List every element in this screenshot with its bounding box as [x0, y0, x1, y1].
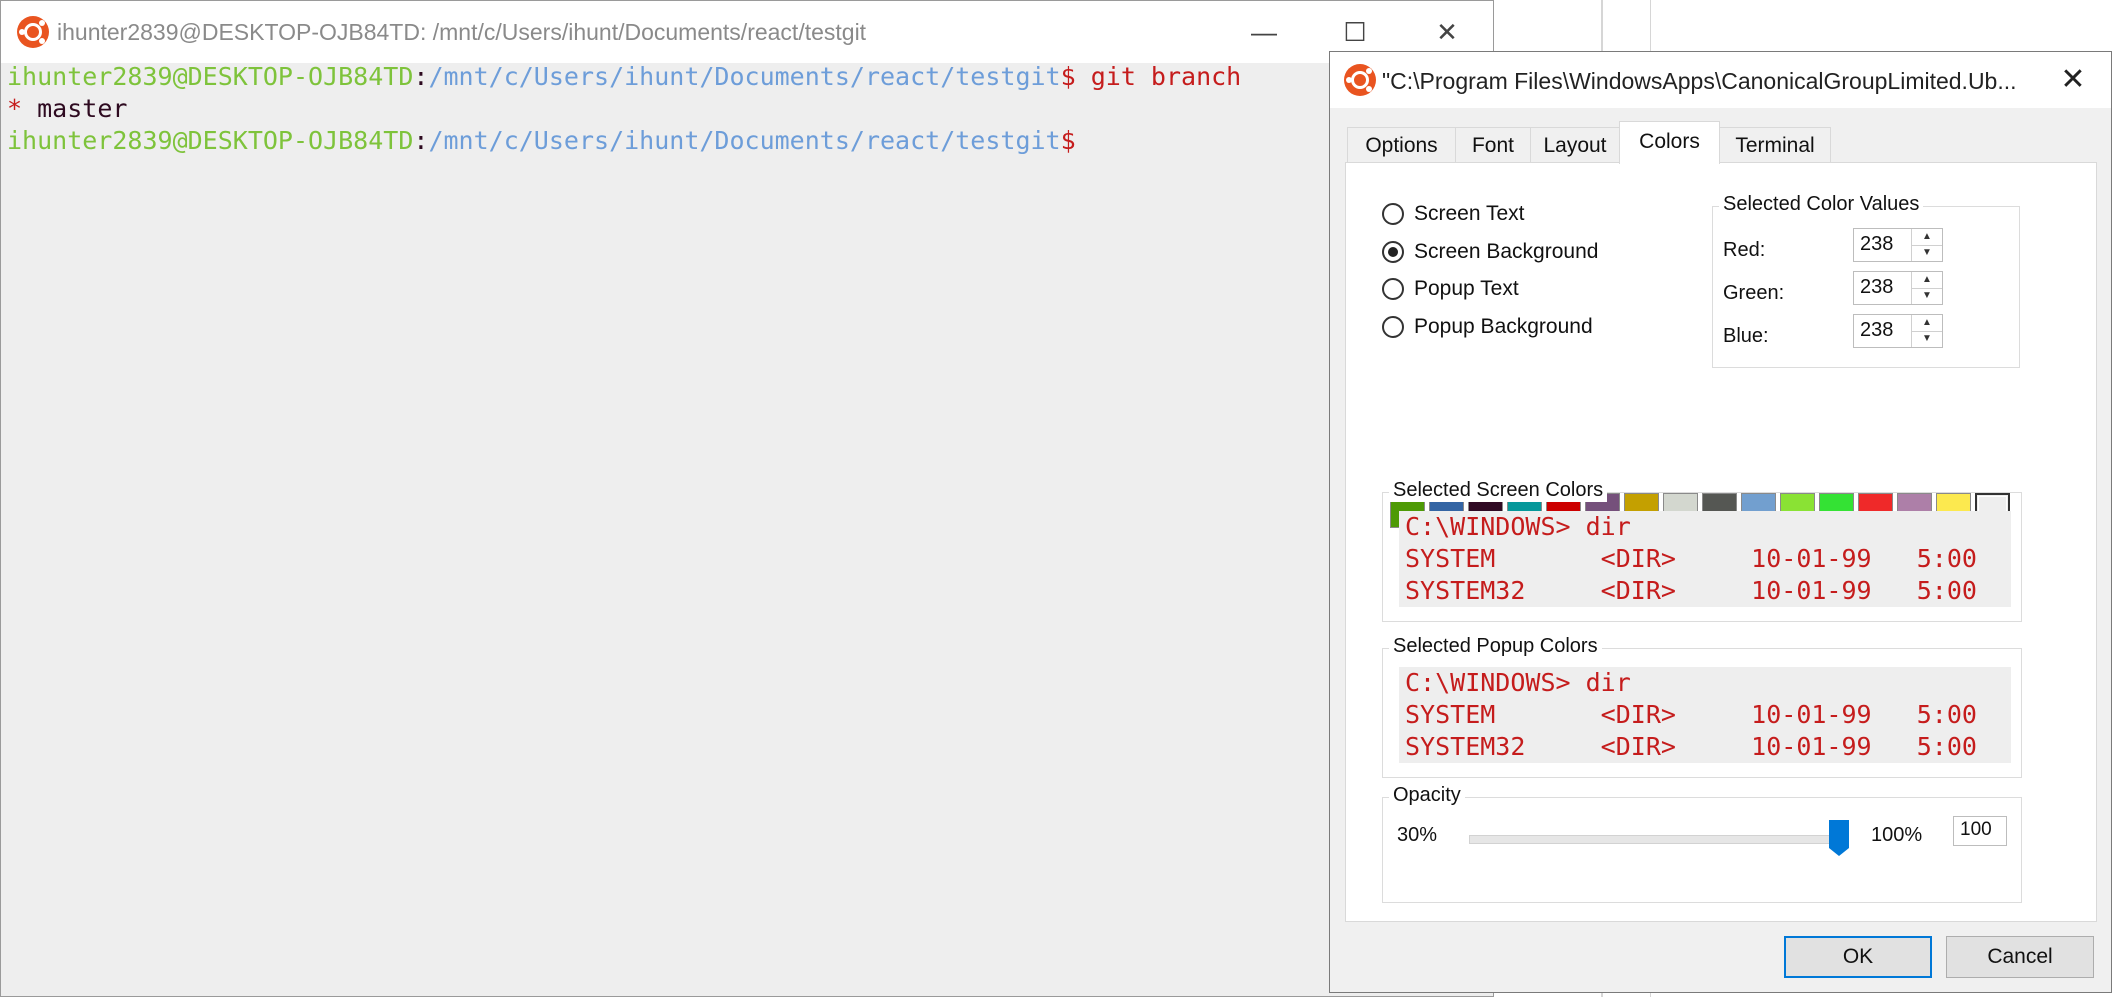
red-stepper[interactable]: 238 ▲ ▼	[1853, 228, 1943, 262]
tab-colors[interactable]: Colors	[1619, 121, 1720, 164]
minimize-icon[interactable]: —	[1246, 15, 1282, 49]
spin-down-icon[interactable]: ▼	[1912, 331, 1942, 347]
tab-terminal[interactable]: Terminal	[1719, 127, 1831, 163]
prompt-user: ihunter2839@DESKTOP-OJB84TD	[7, 62, 414, 91]
radio-label: Popup Background	[1414, 315, 1593, 338]
tab-layout[interactable]: Layout	[1530, 127, 1620, 163]
branch-name: master	[37, 94, 128, 123]
opacity-slider-track[interactable]	[1469, 835, 1841, 844]
group-label: Selected Popup Colors	[1389, 635, 1602, 658]
ubuntu-logo-icon	[17, 16, 49, 48]
terminal-titlebar[interactable]: ihunter2839@DESKTOP-OJB84TD: /mnt/c/User…	[1, 1, 1493, 63]
prompt-separator: :	[413, 126, 429, 155]
radio-popup-background[interactable]: Popup Background	[1382, 312, 1593, 342]
radio-label: Screen Background	[1414, 240, 1599, 263]
radio-label: Popup Text	[1414, 277, 1519, 300]
radio-screen-background[interactable]: Screen Background	[1382, 237, 1598, 267]
spin-down-icon[interactable]: ▼	[1912, 245, 1942, 261]
selected-screen-colors-group: Selected Screen Colors C:\WINDOWS> dir S…	[1382, 479, 2022, 622]
spin-up-icon[interactable]: ▲	[1912, 315, 1942, 332]
preview-line: SYSTEM32 <DIR> 10-01-99 5:00	[1405, 732, 1977, 761]
green-label: Green:	[1723, 282, 1785, 304]
command-text: git branch	[1090, 62, 1242, 91]
spin-up-icon[interactable]: ▲	[1912, 272, 1942, 289]
radio-screen-text[interactable]: Screen Text	[1382, 199, 1525, 229]
prompt-symbol: $	[1060, 126, 1076, 155]
red-label: Red:	[1723, 239, 1766, 261]
terminal-line: ihunter2839@DESKTOP-OJB84TD:/mnt/c/Users…	[7, 125, 1493, 157]
ok-button[interactable]: OK	[1784, 936, 1932, 978]
group-label: Selected Screen Colors	[1389, 479, 1608, 502]
cancel-button[interactable]: Cancel	[1946, 936, 2094, 978]
blue-stepper[interactable]: 238 ▲ ▼	[1853, 314, 1943, 348]
group-label: Opacity	[1389, 784, 1465, 807]
prompt-path: /mnt/c/Users/ihunt/Documents/react/testg…	[428, 62, 1061, 91]
preview-line: SYSTEM <DIR> 10-01-99 5:00	[1405, 700, 1977, 729]
maximize-icon[interactable]: ☐	[1337, 15, 1373, 49]
red-value[interactable]: 238	[1860, 233, 1893, 256]
terminal-window[interactable]: ihunter2839@DESKTOP-OJB84TD: /mnt/c/User…	[0, 0, 1494, 997]
green-value[interactable]: 238	[1860, 276, 1893, 299]
prompt-separator: :	[413, 62, 429, 91]
opacity-group: Opacity 30% 100% 100	[1382, 784, 2022, 903]
radio-label: Screen Text	[1414, 202, 1525, 225]
current-branch-marker: *	[7, 94, 38, 123]
close-icon[interactable]: ✕	[2055, 62, 2091, 97]
tab-options[interactable]: Options	[1347, 127, 1456, 163]
dialog-titlebar[interactable]: "C:\Program Files\WindowsApps\CanonicalG…	[1330, 52, 2111, 108]
preview-line: SYSTEM32 <DIR> 10-01-99 5:00	[1405, 576, 1977, 605]
prompt-user: ihunter2839@DESKTOP-OJB84TD	[7, 126, 414, 155]
selected-popup-colors-group: Selected Popup Colors C:\WINDOWS> dir SY…	[1382, 635, 2022, 778]
selected-color-values-group: Selected Color Values Red: 238 ▲ ▼ Green:…	[1712, 193, 2020, 368]
terminal-title: ihunter2839@DESKTOP-OJB84TD: /mnt/c/User…	[57, 19, 867, 45]
opacity-max-label: 100%	[1871, 824, 1923, 846]
screen-colors-preview: C:\WINDOWS> dir SYSTEM <DIR> 10-01-99 5:…	[1399, 511, 2011, 607]
blue-value[interactable]: 238	[1860, 319, 1893, 342]
terminal-output[interactable]: ihunter2839@DESKTOP-OJB84TD:/mnt/c/Users…	[7, 61, 1493, 996]
radio-button[interactable]	[1382, 241, 1404, 263]
opacity-value-field[interactable]: 100	[1953, 816, 2007, 846]
preview-line: SYSTEM <DIR> 10-01-99 5:00	[1405, 544, 1977, 573]
terminal-line: ihunter2839@DESKTOP-OJB84TD:/mnt/c/Users…	[7, 61, 1493, 93]
green-stepper[interactable]: 238 ▲ ▼	[1853, 271, 1943, 305]
opacity-min-label: 30%	[1397, 824, 1438, 846]
dialog-title: "C:\Program Files\WindowsApps\CanonicalG…	[1382, 68, 2017, 94]
radio-button[interactable]	[1382, 203, 1404, 225]
colors-panel: Screen Text Screen Background Popup Text…	[1345, 162, 2097, 922]
preview-line: C:\WINDOWS> dir	[1405, 512, 1631, 541]
preview-line: C:\WINDOWS> dir	[1405, 668, 1631, 697]
radio-popup-text[interactable]: Popup Text	[1382, 274, 1519, 304]
terminal-line: * master	[7, 93, 1493, 125]
prompt-symbol: $	[1060, 62, 1091, 91]
ubuntu-logo-icon	[1344, 64, 1376, 96]
close-icon[interactable]: ✕	[1429, 15, 1465, 49]
tab-font[interactable]: Font	[1455, 127, 1531, 163]
radio-button[interactable]	[1382, 278, 1404, 300]
group-label: Selected Color Values	[1719, 193, 1924, 216]
blue-label: Blue:	[1723, 325, 1769, 347]
radio-button[interactable]	[1382, 316, 1404, 338]
popup-colors-preview: C:\WINDOWS> dir SYSTEM <DIR> 10-01-99 5:…	[1399, 667, 2011, 763]
prompt-path: /mnt/c/Users/ihunt/Documents/react/testg…	[428, 126, 1061, 155]
spin-up-icon[interactable]: ▲	[1912, 229, 1942, 246]
opacity-slider-thumb[interactable]	[1829, 820, 1849, 856]
spin-down-icon[interactable]: ▼	[1912, 288, 1942, 304]
properties-dialog[interactable]: "C:\Program Files\WindowsApps\CanonicalG…	[1329, 51, 2112, 993]
